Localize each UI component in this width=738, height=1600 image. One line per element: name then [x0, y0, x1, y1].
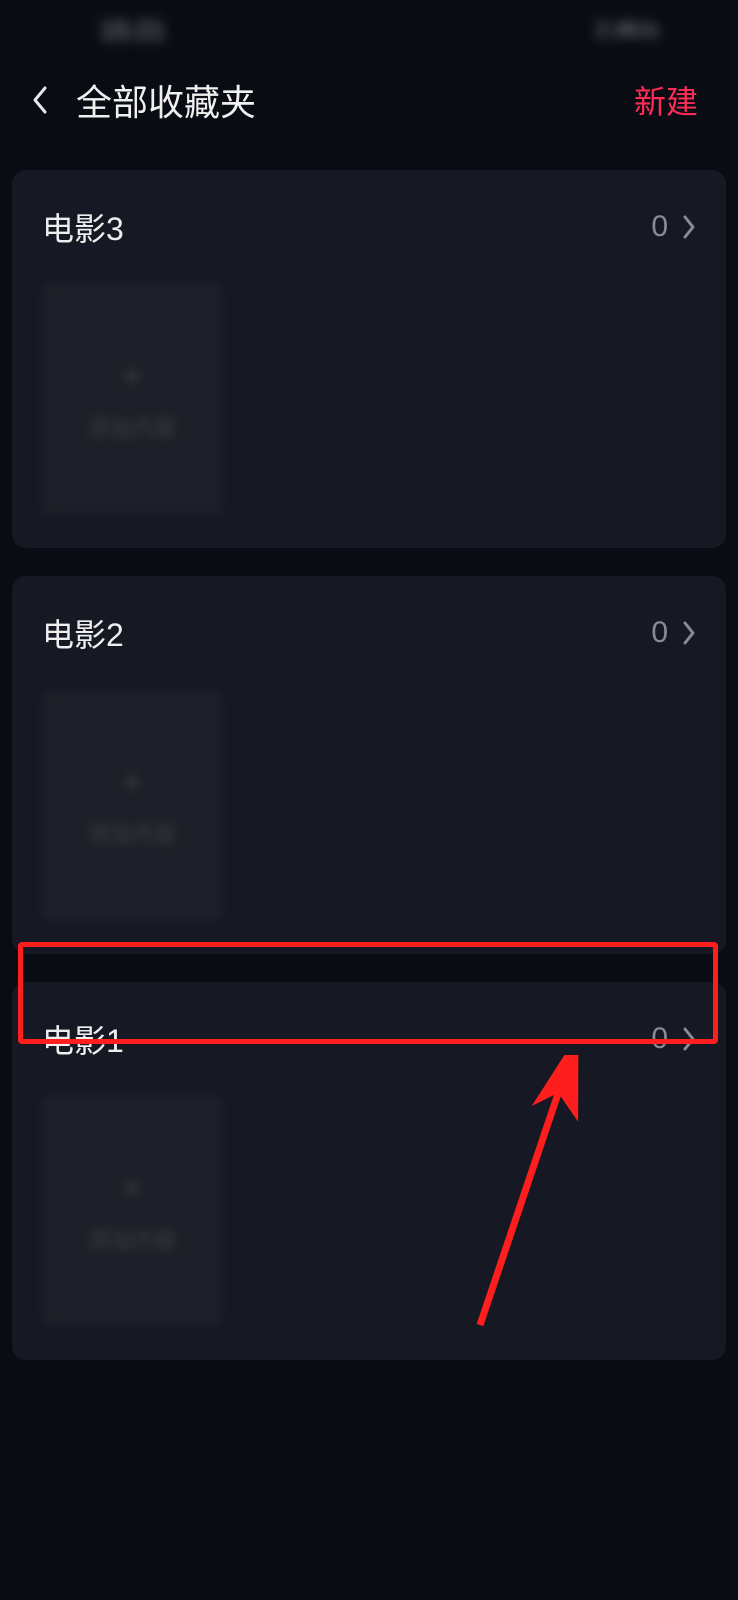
- folder-thumb-area: + 添加内容: [12, 690, 726, 954]
- folder-title: 电影3: [42, 204, 124, 250]
- plus-icon: +: [121, 761, 142, 803]
- chevron-right-icon: [682, 1027, 696, 1051]
- status-indicators: 2.4K/s: [596, 17, 658, 43]
- folder-card: 电影3 0 + 添加内容: [12, 170, 726, 548]
- status-time: 15:21: [100, 15, 165, 46]
- folder-count: 0: [651, 210, 668, 244]
- thumb-label: 添加内容: [88, 1223, 176, 1255]
- create-button[interactable]: 新建: [634, 77, 698, 123]
- add-content-thumb[interactable]: + 添加内容: [42, 284, 222, 514]
- folder-thumb-area: + 添加内容: [12, 1096, 726, 1360]
- folder-header[interactable]: 电影2 0: [12, 576, 726, 690]
- plus-icon: +: [121, 355, 142, 397]
- folder-meta: 0: [651, 616, 696, 650]
- nav-header: 全部收藏夹 新建: [0, 60, 738, 140]
- chevron-right-icon: [682, 215, 696, 239]
- folder-meta: 0: [651, 1022, 696, 1056]
- folder-count: 0: [651, 616, 668, 650]
- folder-title: 电影1: [42, 1016, 124, 1062]
- plus-icon: +: [121, 1167, 142, 1209]
- chevron-right-icon: [682, 621, 696, 645]
- folder-card: 电影1 0 + 添加内容: [12, 982, 726, 1360]
- back-icon[interactable]: [30, 82, 50, 118]
- folder-meta: 0: [651, 210, 696, 244]
- folder-card: 电影2 0 + 添加内容: [12, 576, 726, 954]
- thumb-label: 添加内容: [88, 817, 176, 849]
- folder-title: 电影2: [42, 610, 124, 656]
- add-content-thumb[interactable]: + 添加内容: [42, 690, 222, 920]
- add-content-thumb[interactable]: + 添加内容: [42, 1096, 222, 1326]
- thumb-label: 添加内容: [88, 411, 176, 443]
- folder-header[interactable]: 电影3 0: [12, 170, 726, 284]
- folder-thumb-area: + 添加内容: [12, 284, 726, 548]
- folder-header[interactable]: 电影1 0: [12, 982, 726, 1096]
- folder-list: 电影3 0 + 添加内容 电影2 0: [0, 140, 738, 1360]
- folder-count: 0: [651, 1022, 668, 1056]
- status-bar: 15:21 2.4K/s: [0, 0, 738, 60]
- page-title: 全部收藏夹: [76, 74, 256, 126]
